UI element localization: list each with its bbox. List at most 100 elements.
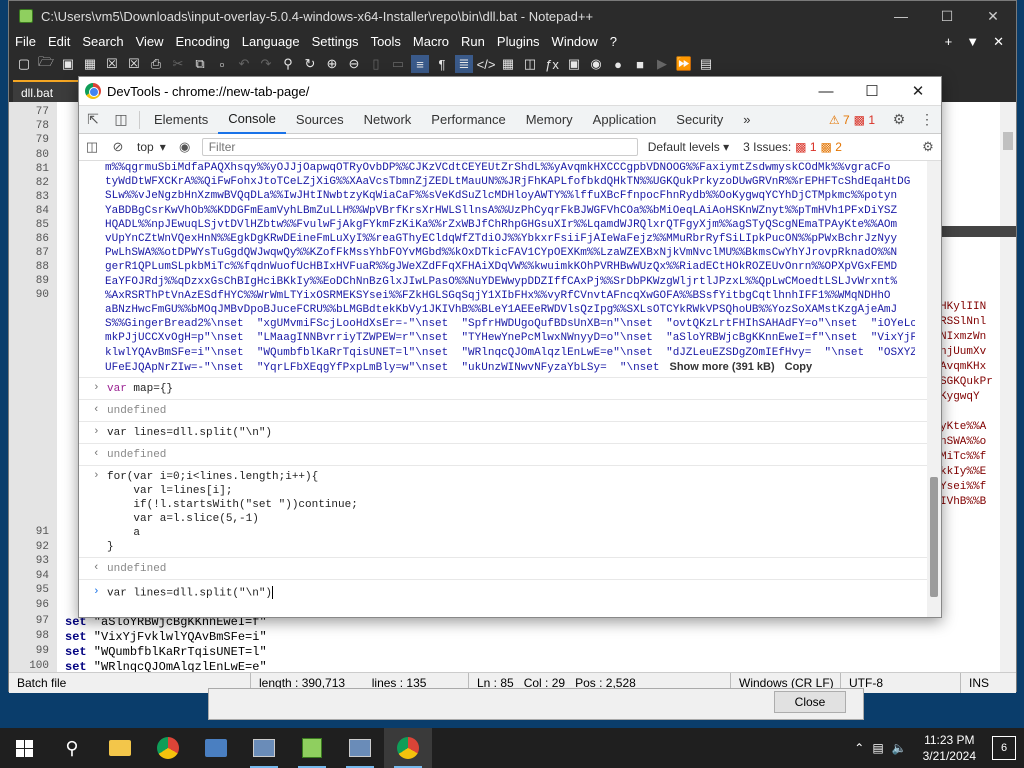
- tab-list-icon[interactable]: ▼: [966, 34, 979, 50]
- find-icon[interactable]: ⚲: [279, 55, 297, 73]
- issues-button[interactable]: 3 Issues: ▩ 1 ▩ 2: [743, 140, 842, 154]
- kebab-menu-icon[interactable]: ⋮: [913, 111, 941, 128]
- doc-map-icon[interactable]: ▦: [499, 55, 517, 73]
- run-macro-multiple-icon[interactable]: ⏩: [675, 55, 693, 73]
- npp-maximize-button[interactable]: ☐: [924, 1, 970, 31]
- search-button[interactable]: ⚲: [48, 728, 96, 768]
- volume-muted-icon[interactable]: 🔈: [892, 741, 907, 755]
- doc-list-icon[interactable]: ◫: [521, 55, 539, 73]
- cut-icon[interactable]: ✂: [169, 55, 187, 73]
- live-expression-eye-icon[interactable]: ◉: [172, 139, 198, 155]
- sync-h-icon[interactable]: ▭: [389, 55, 407, 73]
- devtools-title-bar[interactable]: DevTools - chrome://new-tab-page/ — ☐ ✕: [79, 77, 941, 106]
- stop-record-icon[interactable]: ■: [631, 55, 649, 73]
- notifications-button[interactable]: 6: [992, 736, 1016, 760]
- folder-workspace-icon[interactable]: ▣: [565, 55, 583, 73]
- print-icon[interactable]: ⎙: [147, 55, 165, 73]
- console-filter-input[interactable]: [201, 138, 638, 156]
- console-output[interactable]: m%%qgrmuSbiMdfaPAQXhsqy%%yOJJjOapwqOTRyO…: [79, 161, 927, 617]
- inspect-element-icon[interactable]: ⇱: [79, 111, 107, 128]
- save-all-icon[interactable]: ▦: [81, 55, 99, 73]
- taskbar-chrome-active[interactable]: [384, 728, 432, 768]
- record-macro-icon[interactable]: ●: [609, 55, 627, 73]
- save-macro-icon[interactable]: ▤: [697, 55, 715, 73]
- play-macro-icon[interactable]: ▶: [653, 55, 671, 73]
- word-wrap-icon[interactable]: ≡: [411, 55, 429, 73]
- console-settings-gear-icon[interactable]: ⚙: [915, 139, 941, 155]
- npp-vertical-scrollbar[interactable]: [1000, 102, 1016, 672]
- device-toolbar-icon[interactable]: ◫: [107, 111, 135, 128]
- close-doc-icon[interactable]: ✕: [993, 34, 1004, 50]
- dt-close-button[interactable]: ✕: [895, 76, 941, 106]
- xml-icon[interactable]: </>: [477, 55, 496, 73]
- new-tab-icon[interactable]: +: [945, 34, 953, 50]
- menu-view[interactable]: View: [130, 34, 170, 49]
- npp-title-bar[interactable]: C:\Users\vm5\Downloads\input-overlay-5.0…: [9, 1, 1016, 31]
- close-icon[interactable]: ☒: [103, 55, 121, 73]
- prompt-input[interactable]: var lines=dll.split("\n"): [107, 586, 274, 600]
- function-list-icon[interactable]: ƒx: [543, 55, 561, 73]
- menu-tools[interactable]: Tools: [365, 34, 407, 49]
- sidebar-toggle-icon[interactable]: ◫: [79, 139, 105, 155]
- network-icon[interactable]: ▤: [872, 741, 883, 755]
- monitor-icon[interactable]: ◉: [587, 55, 605, 73]
- npp-close-button[interactable]: ✕: [970, 1, 1016, 31]
- taskbar-notepadpp[interactable]: [288, 728, 336, 768]
- tab-dll-bat[interactable]: dll.bat: [13, 80, 79, 102]
- copy-icon[interactable]: ⧉: [191, 55, 209, 73]
- tray-overflow-chevron-icon[interactable]: ⌃: [854, 741, 864, 755]
- tab-memory[interactable]: Memory: [516, 106, 583, 134]
- menu-window[interactable]: Window: [546, 34, 604, 49]
- npp-minimize-button[interactable]: —: [878, 1, 924, 31]
- tab-application[interactable]: Application: [583, 106, 667, 134]
- tab-network[interactable]: Network: [354, 106, 422, 134]
- tab-security[interactable]: Security: [666, 106, 733, 134]
- menu-settings[interactable]: Settings: [306, 34, 365, 49]
- context-selector[interactable]: top ▾: [131, 140, 172, 154]
- settings-gear-icon[interactable]: ⚙: [885, 111, 913, 128]
- menu-run[interactable]: Run: [455, 34, 491, 49]
- taskbar-app-1[interactable]: [240, 728, 288, 768]
- log-levels-dropdown[interactable]: Default levels ▾: [648, 140, 729, 154]
- menu-language[interactable]: Language: [236, 34, 306, 49]
- console-prompt[interactable]: › var lines=dll.split("\n"): [79, 579, 927, 617]
- dialog-close-button[interactable]: Close: [774, 691, 846, 713]
- menu-file[interactable]: File: [9, 34, 42, 49]
- tab-sources[interactable]: Sources: [286, 106, 354, 134]
- taskbar-chrome[interactable]: [144, 728, 192, 768]
- menu-search[interactable]: Search: [76, 34, 129, 49]
- menu-plugins[interactable]: Plugins: [491, 34, 546, 49]
- clear-console-icon[interactable]: ⊘: [105, 139, 131, 155]
- undo-icon[interactable]: ↶: [235, 55, 253, 73]
- zoom-out-icon[interactable]: ⊖: [345, 55, 363, 73]
- dt-minimize-button[interactable]: —: [803, 76, 849, 106]
- menu-help[interactable]: ?: [604, 34, 623, 49]
- sync-v-icon[interactable]: ▯: [367, 55, 385, 73]
- taskbar-installer[interactable]: [192, 728, 240, 768]
- warning-count[interactable]: ⚠ 7: [829, 113, 854, 127]
- menu-encoding[interactable]: Encoding: [170, 34, 236, 49]
- close-all-icon[interactable]: ☒: [125, 55, 143, 73]
- error-count[interactable]: ▩ 1: [854, 113, 885, 127]
- system-clock[interactable]: 11:23 PM 3/21/2024: [923, 732, 976, 764]
- dt-maximize-button[interactable]: ☐: [849, 76, 895, 106]
- redo-icon[interactable]: ↷: [257, 55, 275, 73]
- menu-edit[interactable]: Edit: [42, 34, 76, 49]
- tab-performance[interactable]: Performance: [421, 106, 515, 134]
- paste-icon[interactable]: ▫: [213, 55, 231, 73]
- show-all-chars-icon[interactable]: ¶: [433, 55, 451, 73]
- tab-console[interactable]: Console: [218, 106, 286, 134]
- copy-button[interactable]: Copy: [785, 361, 813, 373]
- console-scroll-thumb[interactable]: [930, 477, 938, 597]
- indent-guide-icon[interactable]: ≣: [455, 55, 473, 73]
- show-more-button[interactable]: Show more (391 kB): [670, 361, 775, 373]
- taskbar-file-explorer[interactable]: [96, 728, 144, 768]
- new-file-icon[interactable]: ▢: [15, 55, 33, 73]
- open-file-icon[interactable]: 🗁: [37, 54, 55, 73]
- tab-elements[interactable]: Elements: [144, 106, 218, 134]
- taskbar-app-2[interactable]: [336, 728, 384, 768]
- menu-macro[interactable]: Macro: [407, 34, 455, 49]
- more-tabs-icon[interactable]: »: [733, 106, 760, 134]
- zoom-in-icon[interactable]: ⊕: [323, 55, 341, 73]
- start-button[interactable]: [0, 728, 48, 768]
